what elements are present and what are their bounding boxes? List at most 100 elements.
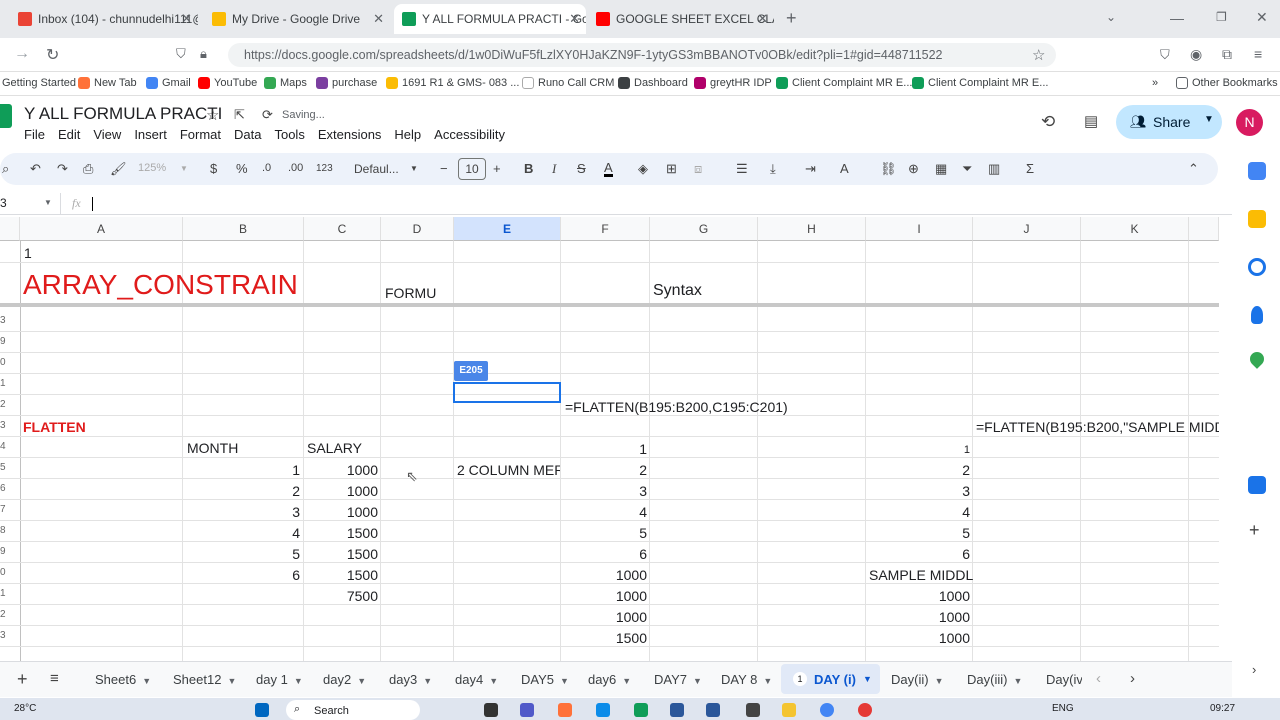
contacts-icon[interactable] <box>1251 306 1263 324</box>
cell-c[interactable]: 1000 <box>304 460 378 480</box>
sheets-logo-icon[interactable] <box>0 104 12 128</box>
sheet-tab[interactable]: Sheet12 ▼ <box>173 672 236 687</box>
cell-a-top[interactable]: 1 <box>24 243 32 263</box>
column-header-g[interactable]: G <box>650 217 758 241</box>
back-arrow-icon[interactable]: → <box>14 45 30 63</box>
bold-icon[interactable]: B <box>524 161 533 176</box>
menu-file[interactable]: File <box>24 127 45 142</box>
cell-j[interactable]: 5 <box>866 523 970 543</box>
sheet-tab[interactable]: Day(iii) ▼ <box>967 672 1022 687</box>
chrome-icon[interactable] <box>820 703 834 717</box>
move-folder-icon[interactable]: ⇱ <box>234 107 245 123</box>
cell-f[interactable]: 1 <box>561 439 647 459</box>
column-header-h[interactable]: H <box>758 217 866 241</box>
cell-j[interactable]: 1 <box>866 440 970 460</box>
bookmark-item[interactable]: Client Complaint MR E... <box>776 77 912 89</box>
bookmark-item[interactable]: Runo Call CRM <box>522 77 614 89</box>
bookmark-item[interactable]: Dashboard <box>618 77 688 89</box>
column-header-i[interactable]: I <box>866 217 973 241</box>
sheet-tab[interactable]: DAY5 ▼ <box>521 672 569 687</box>
sheet-tab[interactable]: Day(iv <box>1046 672 1082 687</box>
column-header-j[interactable]: J <box>973 217 1081 241</box>
sheet-tab[interactable]: day2 ▼ <box>323 672 366 687</box>
currency-button[interactable]: $ <box>210 161 217 176</box>
valign-icon[interactable]: ⤓ <box>770 161 776 177</box>
account-icon[interactable]: ◉ <box>1190 46 1202 63</box>
share-button[interactable]: 👥︎ Share ▼ <box>1116 105 1222 139</box>
bookmark-item[interactable]: purchase <box>316 77 377 89</box>
cell-f-formula[interactable]: =FLATTEN(B195:B200,C195:C201) <box>565 397 788 417</box>
paint-format-icon[interactable]: 🖌︎ <box>110 161 127 177</box>
calendar-icon[interactable] <box>1248 162 1266 180</box>
cell-c[interactable]: 1000 <box>304 481 378 501</box>
bookmark-item[interactable]: Getting Started <box>2 77 76 89</box>
pocket-icon[interactable]: ⛉ <box>1160 47 1170 63</box>
cell-f[interactable]: 1000 <box>561 565 647 585</box>
column-header-e[interactable]: E <box>454 217 561 241</box>
file-explorer-icon[interactable] <box>782 703 796 717</box>
cell-c[interactable]: 7500 <box>304 586 378 606</box>
bookmark-item[interactable]: Client Complaint MR E... <box>912 77 1048 89</box>
cell-f[interactable]: 5 <box>561 523 647 543</box>
cell-b[interactable]: 4 <box>183 523 300 543</box>
cell-salary[interactable]: SALARY <box>307 438 362 458</box>
column-header-f[interactable]: F <box>561 217 650 241</box>
chevron-down-icon[interactable]: ▼ <box>1013 676 1022 686</box>
sheet-tab[interactable]: day3 ▼ <box>389 672 432 687</box>
keep-icon[interactable] <box>1248 210 1266 228</box>
cell-j[interactable]: 4 <box>866 502 970 522</box>
search-box[interactable]: ⌕ Search <box>286 700 420 720</box>
calculator-icon[interactable] <box>746 703 760 717</box>
minimize-icon[interactable]: — <box>1170 10 1184 26</box>
browser-tab-drive[interactable]: My Drive - Google Drive ✕ <box>204 4 390 34</box>
font-size-input[interactable]: 10 <box>458 158 486 180</box>
merge-icon[interactable]: ⧈ <box>694 161 702 177</box>
chevron-down-icon[interactable]: ▼ <box>863 674 872 684</box>
column-header-k[interactable]: K <box>1081 217 1189 241</box>
filter-icon[interactable]: ⏷ <box>962 161 972 177</box>
close-icon[interactable]: ✕ <box>569 11 580 27</box>
decrease-decimal-button[interactable]: .0 <box>262 162 271 174</box>
sheet-tab[interactable]: DAY 8 ▼ <box>721 672 772 687</box>
cell-g-syntax[interactable]: Syntax <box>653 281 702 301</box>
row-number[interactable]: 0 <box>0 357 20 368</box>
cell-i[interactable]: 1000 <box>866 607 970 627</box>
firefox-icon[interactable] <box>558 703 572 717</box>
add-on-icon[interactable] <box>1248 476 1266 494</box>
chevron-down-icon[interactable]: ▼ <box>44 198 52 207</box>
row-number[interactable]: 3 <box>0 315 20 326</box>
column-header-b[interactable]: B <box>183 217 304 241</box>
cell-f[interactable]: 3 <box>561 481 647 501</box>
borders-icon[interactable]: ⊞ <box>666 161 677 177</box>
filter-views-icon[interactable]: ▥ <box>988 161 1000 177</box>
more-bookmarks-icon[interactable]: » <box>1152 77 1158 89</box>
reload-icon[interactable]: ↻ <box>46 45 59 65</box>
row-number[interactable]: 5 <box>0 462 20 473</box>
new-tab-icon[interactable]: + <box>786 8 797 29</box>
row-number[interactable]: 9 <box>0 546 20 557</box>
cell-flatten[interactable]: FLATTEN <box>23 417 86 437</box>
sheet-tab[interactable]: day 1 ▼ <box>256 672 303 687</box>
bookmark-item[interactable]: YouTube <box>198 77 257 89</box>
start-icon[interactable] <box>255 703 269 717</box>
cell-i[interactable]: 1000 <box>866 628 970 648</box>
browser-tab-sheets[interactable]: Y ALL FORMULA PRACTI - Goo ✕ <box>394 4 586 34</box>
bookmark-item[interactable]: Gmail <box>146 77 191 89</box>
chevron-down-icon[interactable]: ▼ <box>622 676 631 686</box>
menu-edit[interactable]: Edit <box>58 127 80 142</box>
font-size-increase-icon[interactable]: + <box>493 161 501 176</box>
row-number[interactable]: 2 <box>0 609 20 620</box>
selected-cell[interactable] <box>453 382 561 403</box>
text-color-icon[interactable]: A <box>604 161 613 177</box>
edge-icon[interactable] <box>596 703 610 717</box>
chevron-down-icon[interactable]: ▼ <box>357 676 366 686</box>
row-number[interactable]: 7 <box>0 504 20 515</box>
row-number[interactable]: 9 <box>0 336 20 347</box>
bookmark-item[interactable]: greytHR IDP <box>694 77 772 89</box>
row-number[interactable]: 3 <box>0 630 20 641</box>
cell-f[interactable]: 2 <box>561 460 647 480</box>
formula-input[interactable] <box>92 195 1192 213</box>
chevron-down-icon[interactable]: ▼ <box>1204 114 1214 125</box>
chevron-down-icon[interactable]: ▼ <box>142 676 151 686</box>
bookmark-item[interactable]: Maps <box>264 77 307 89</box>
